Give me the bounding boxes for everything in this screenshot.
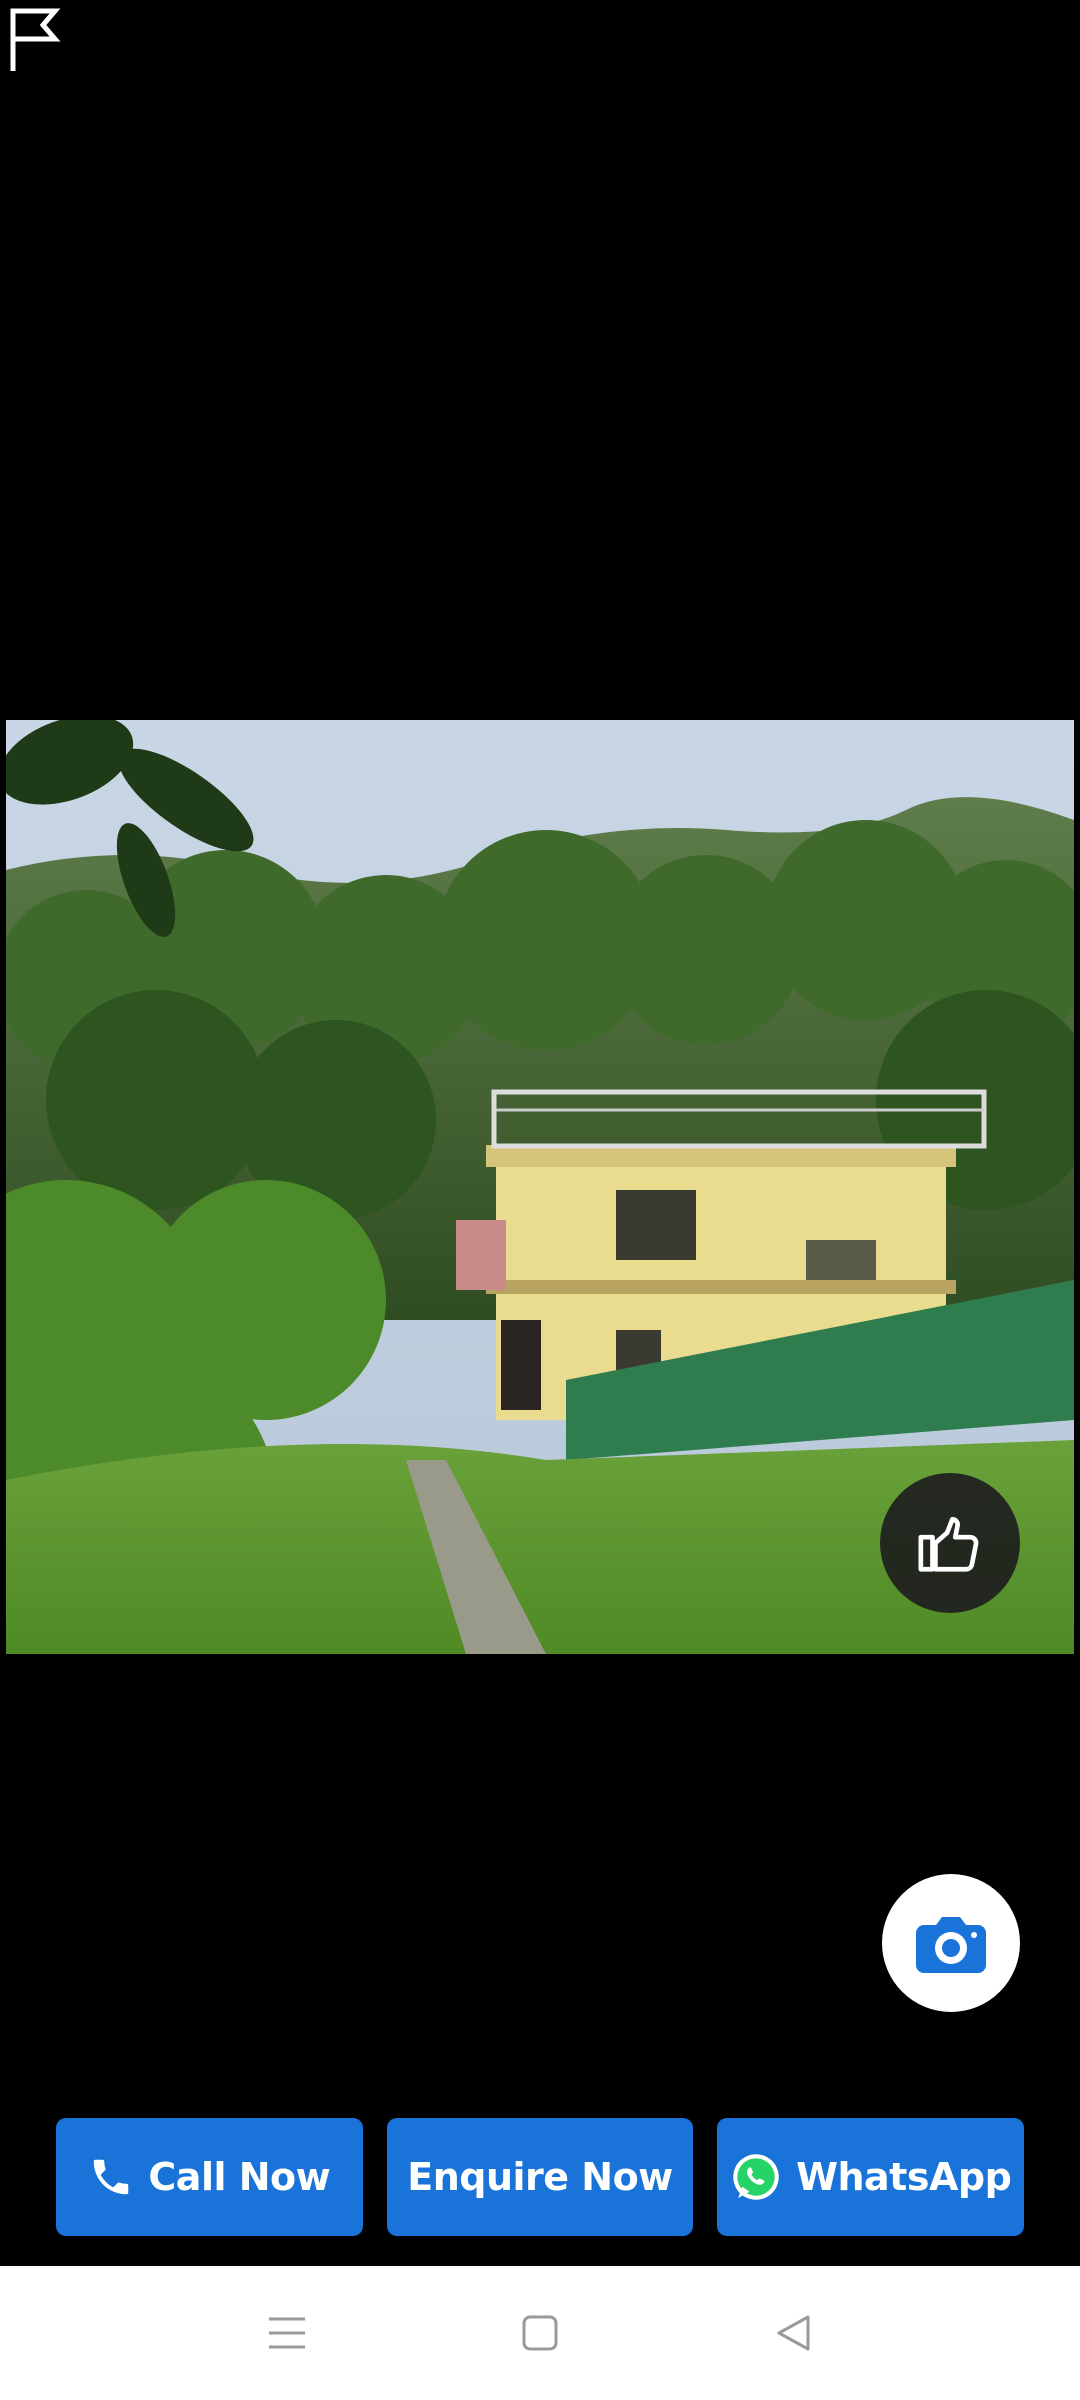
home-square-icon [522, 2315, 558, 2351]
system-navigation-bar [0, 2266, 1080, 2400]
whatsapp-label: WhatsApp [796, 2155, 1012, 2199]
enquire-now-button[interactable]: Enquire Now [386, 2118, 694, 2236]
phone-icon [88, 2154, 134, 2200]
call-now-button[interactable]: Call Now [56, 2118, 363, 2236]
back-triangle-icon [777, 2315, 810, 2351]
camera-button[interactable] [882, 1874, 1020, 2012]
call-now-label: Call Now [148, 2155, 331, 2199]
like-button[interactable] [880, 1473, 1020, 1613]
image-viewer: Call Now Enquire Now WhatsApp [0, 0, 1080, 2266]
cta-bar: Call Now Enquire Now WhatsApp [56, 2118, 1025, 2236]
home-button[interactable] [500, 2293, 580, 2373]
enquire-now-label: Enquire Now [407, 2155, 673, 2199]
whatsapp-icon [730, 2151, 782, 2203]
back-button[interactable] [753, 2293, 833, 2373]
flag-icon [10, 8, 61, 71]
recents-button[interactable] [247, 2293, 327, 2373]
camera-icon [916, 1917, 986, 1973]
report-button[interactable] [0, 0, 70, 80]
whatsapp-button[interactable]: WhatsApp [717, 2118, 1025, 2236]
menu-icon [268, 2317, 305, 2349]
thumbs-up-icon [918, 1517, 979, 1572]
